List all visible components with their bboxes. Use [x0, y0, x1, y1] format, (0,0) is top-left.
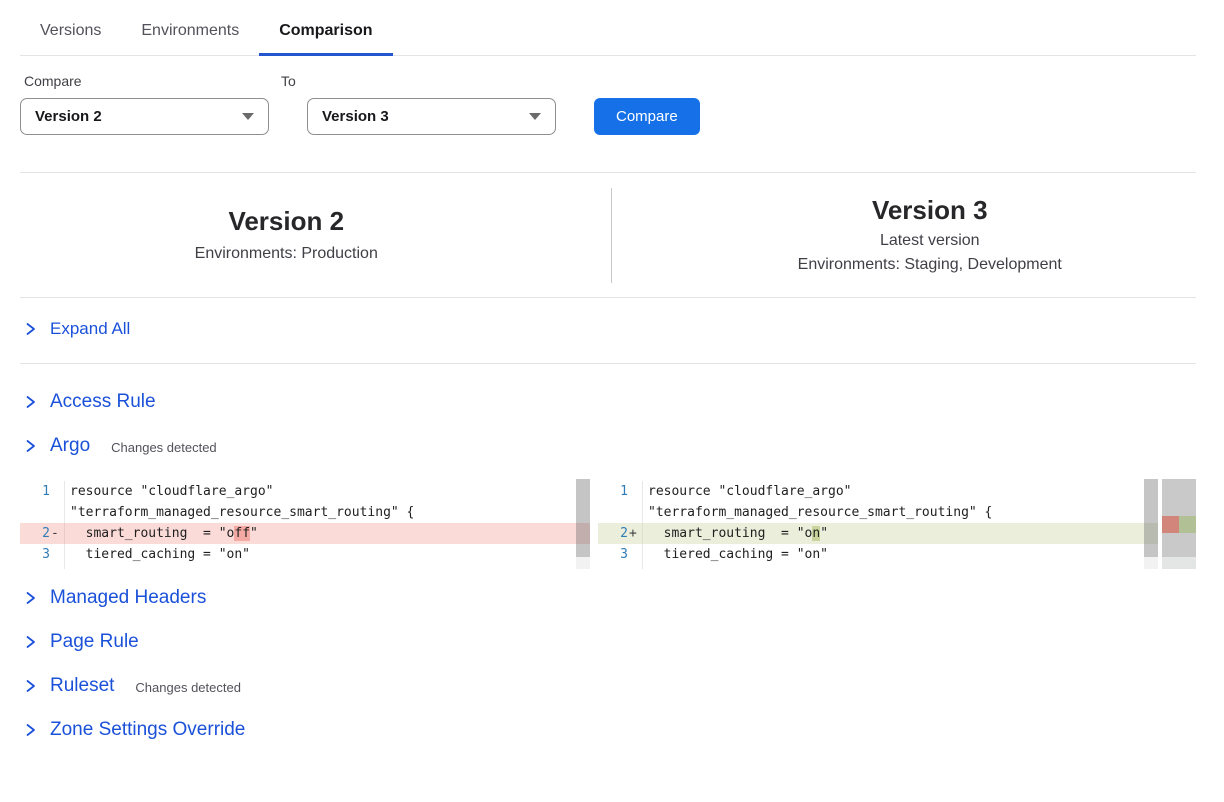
- section-zone-settings-override[interactable]: Zone Settings Override: [20, 719, 1196, 741]
- section-title: Zone Settings Override: [50, 719, 245, 741]
- changes-detected-badge: Changes detected: [135, 680, 241, 695]
- section-argo[interactable]: Argo Changes detected: [20, 435, 1196, 457]
- version-right-latest: Latest version: [664, 232, 1197, 250]
- compare-form: Compare To Version 2 Version 3 Compare: [20, 73, 1196, 135]
- caret-down-icon: [529, 113, 541, 120]
- right-panel-scrollbar[interactable]: [1144, 479, 1158, 557]
- version-right-column: Version 3 Latest version Environments: S…: [612, 196, 1197, 275]
- caret-down-icon: [242, 113, 254, 120]
- section-title: Argo: [50, 435, 90, 457]
- section-title: Ruleset: [50, 675, 114, 697]
- diff-line: 2- smart_routing = "off": [20, 523, 590, 544]
- diff-line: 1resource "cloudflare_argo": [598, 481, 1158, 502]
- section-managed-headers[interactable]: Managed Headers: [20, 587, 1196, 609]
- expand-all-button[interactable]: Expand All: [20, 298, 1196, 364]
- version-right-environments: Environments: Staging, Development: [664, 256, 1197, 274]
- diff-panel-left[interactable]: 1resource "cloudflare_argo""terraform_ma…: [20, 479, 590, 569]
- removed-marker: [1162, 516, 1179, 533]
- diff-overview-ruler-footer: [1162, 557, 1196, 569]
- to-label: To: [281, 73, 296, 89]
- chevron-right-icon: [24, 321, 37, 337]
- compare-from-value: Version 2: [35, 108, 102, 125]
- compare-button[interactable]: Compare: [594, 98, 700, 135]
- chevron-right-icon: [24, 590, 37, 606]
- diff-line: 3 tiered_caching = "on": [20, 544, 590, 565]
- section-title: Access Rule: [50, 391, 156, 413]
- version-right-title: Version 3: [664, 196, 1197, 226]
- diff-left-code: 1resource "cloudflare_argo""terraform_ma…: [20, 481, 590, 569]
- tab-bar: Versions Environments Comparison: [20, 14, 1196, 56]
- argo-diff: 1resource "cloudflare_argo""terraform_ma…: [20, 479, 1196, 569]
- diff-overview-ruler: [1162, 479, 1196, 569]
- compare-from-select[interactable]: Version 2: [20, 98, 269, 135]
- version-left-column: Version 2 Environments: Production: [20, 207, 611, 264]
- diff-line: 2+ smart_routing = "on": [598, 523, 1158, 544]
- section-title: Managed Headers: [50, 587, 206, 609]
- compare-form-labels: Compare To: [20, 73, 1196, 89]
- diff-line: "terraform_managed_resource_smart_routin…: [598, 502, 1158, 523]
- section-access-rule[interactable]: Access Rule: [20, 391, 1196, 413]
- section-title: Page Rule: [50, 631, 139, 653]
- diff-overview-ruler-track: [1162, 479, 1196, 557]
- version-header: Version 2 Environments: Production Versi…: [20, 172, 1196, 298]
- compare-label: Compare: [20, 73, 281, 89]
- chevron-right-icon: [24, 634, 37, 650]
- diff-line: 1resource "cloudflare_argo": [20, 481, 590, 502]
- expand-all-label: Expand All: [50, 319, 130, 339]
- diff-change-marker: [1162, 516, 1196, 533]
- version-left-environments: Environments: Production: [20, 245, 553, 263]
- diff-line: 4}: [598, 565, 1158, 569]
- diff-line: 3 tiered_caching = "on": [598, 544, 1158, 565]
- chevron-right-icon: [24, 394, 37, 410]
- chevron-right-icon: [24, 678, 37, 694]
- chevron-right-icon: [24, 722, 37, 738]
- tab-environments[interactable]: Environments: [121, 14, 259, 55]
- tab-comparison[interactable]: Comparison: [259, 14, 392, 55]
- scrollbar-corner: [1144, 557, 1158, 569]
- tab-versions[interactable]: Versions: [20, 14, 121, 55]
- section-page-rule[interactable]: Page Rule: [20, 631, 1196, 653]
- compare-to-value: Version 3: [322, 108, 389, 125]
- diff-panel-right[interactable]: 1resource "cloudflare_argo""terraform_ma…: [598, 479, 1158, 569]
- left-panel-scrollbar[interactable]: [576, 479, 590, 557]
- diff-right-code: 1resource "cloudflare_argo""terraform_ma…: [598, 481, 1158, 569]
- scrollbar-corner: [576, 557, 590, 569]
- diff-line: 4}: [20, 565, 590, 569]
- section-ruleset[interactable]: Ruleset Changes detected: [20, 675, 1196, 697]
- comparison-page: Versions Environments Comparison Compare…: [0, 14, 1224, 741]
- added-marker: [1179, 516, 1196, 533]
- version-left-title: Version 2: [20, 207, 553, 237]
- compare-form-controls: Version 2 Version 3 Compare: [20, 98, 1196, 135]
- changes-detected-badge: Changes detected: [111, 440, 217, 455]
- diff-line: "terraform_managed_resource_smart_routin…: [20, 502, 590, 523]
- chevron-right-icon: [24, 438, 37, 454]
- compare-to-select[interactable]: Version 3: [307, 98, 556, 135]
